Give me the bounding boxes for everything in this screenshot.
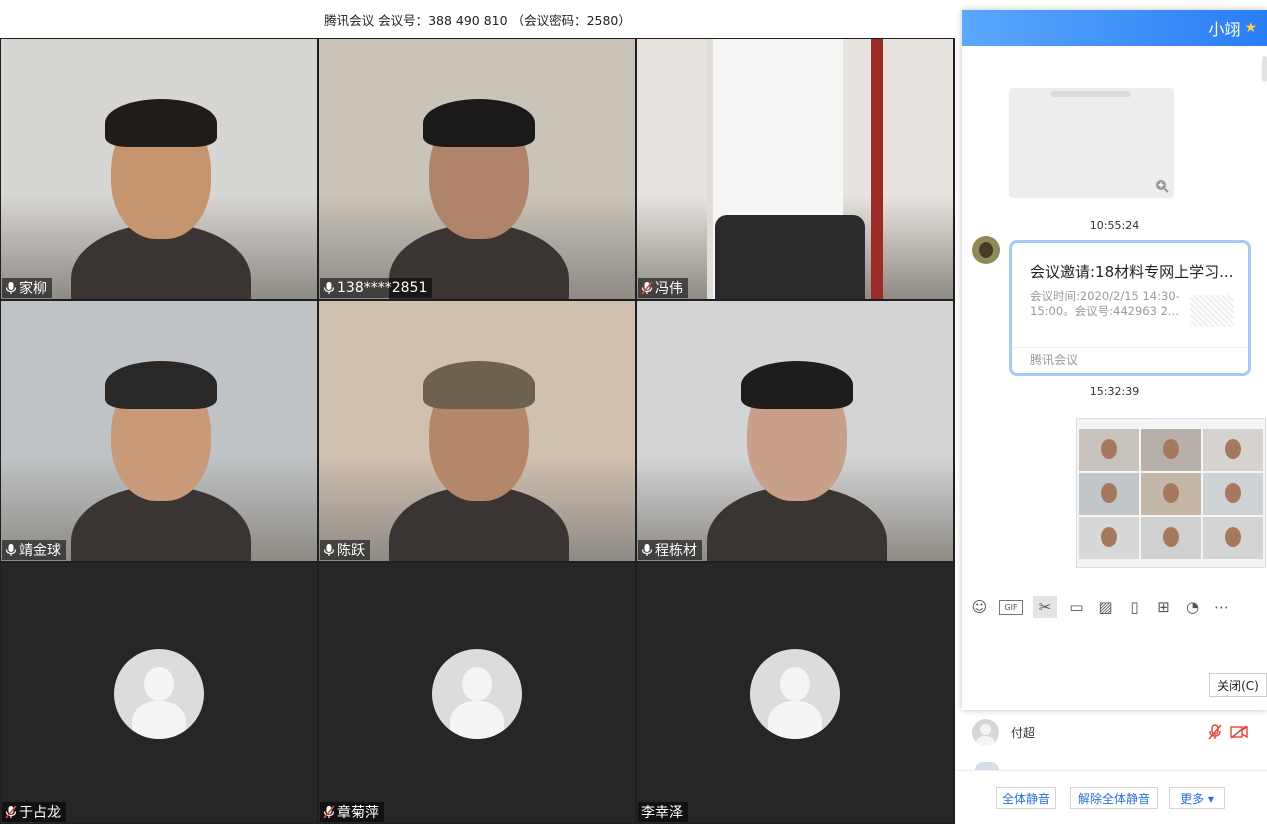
participant-name: 冯伟 [655,281,683,297]
meeting-invite-card[interactable]: 会议邀请:18材料专网上学习... 会议时间:2020/2/15 14:30-1… [1009,240,1251,376]
video-tile[interactable]: 陈跃 [319,301,635,561]
video-grid: 家柳 138****2851 冯伟靖金球 陈跃 程栋材于占龙 章菊萍 李幸泽 [0,38,955,824]
thumbnail-cell [1079,473,1139,515]
chat-contact-name: 小翊 [1208,20,1241,39]
more-button[interactable]: 更多 ▾ [1169,787,1225,809]
office-chair [715,215,865,299]
mic-muted-icon [5,805,17,819]
emoji-icon[interactable]: ☺ [970,598,989,617]
meeting-title: 腾讯会议 会议号：388 490 810 （会议密码：2580） [324,12,631,28]
camera-off-icon[interactable] [1230,725,1248,739]
participant-name: 章菊萍 [337,805,379,821]
video-tile[interactable]: 138****2851 [319,39,635,299]
more-icon[interactable]: ⋯ [1212,598,1231,617]
thumbnail-cell [1079,429,1139,471]
invite-title: 会议邀请:18材料专网上学习... [1030,263,1234,281]
folder-icon[interactable]: ▭ [1067,598,1086,617]
circle-arrow-icon[interactable]: ◔ [1183,598,1202,617]
participant-hair [741,361,853,409]
participant-name: 李幸泽 [641,805,683,821]
participant-name: 家柳 [19,281,47,297]
screenshot-message[interactable] [1076,418,1266,568]
thumbnail-cell [1203,429,1263,471]
video-tile[interactable]: 家柳 [1,39,317,299]
default-avatar-icon [114,649,204,739]
video-tile[interactable]: 程栋材 [637,301,953,561]
participant-label: 家柳 [2,278,52,298]
qr-code-icon [1190,295,1234,327]
thumbnail-cell [1079,517,1139,559]
chat-panel: 小翊 ★ 10:55:24 会议邀请:18材料专网上学习... 会议时间:202… [962,10,1267,710]
participant-label: 陈跃 [320,540,370,560]
timestamp: 15:32:39 [1089,385,1140,398]
red-pillar [871,39,883,299]
unmute-all-button[interactable]: 解除全体静音 [1070,787,1158,809]
participant-name: 138****2851 [337,280,428,296]
thumbnail-cell [1203,517,1263,559]
invite-footer: 腾讯会议 [1012,347,1248,373]
participant-label: 靖金球 [2,540,66,560]
mic-muted-icon [323,805,335,819]
participant-hair [105,99,217,147]
participant-label: 138****2851 [320,278,433,298]
video-tile[interactable]: 于占龙 [1,563,317,823]
member-row-partial [975,762,999,770]
participant-label: 李幸泽 [638,802,688,822]
mic-icon [323,543,335,557]
thumbnail-cell [1141,517,1201,559]
mic-icon [323,281,335,295]
thumbnail-cell [1141,473,1201,515]
shake-icon[interactable]: ▯ [1125,598,1144,617]
participant-name: 靖金球 [19,543,61,559]
participant-name: 于占龙 [19,805,61,821]
scissors-icon[interactable]: ✂ [1033,596,1057,618]
participant-hair [423,361,535,409]
member-control-bar: 全体静音 解除全体静音 更多 ▾ [955,770,1267,825]
invite-body: 会议时间:2020/2/15 14:30-15:00。会议号:442963 2.… [1030,289,1180,318]
avatar [972,718,999,746]
participant-name: 程栋材 [655,543,697,559]
mic-icon [5,543,17,557]
participant-hair [105,361,217,409]
mic-icon [641,543,653,557]
star-icon: ★ [1244,20,1257,36]
participant-name: 陈跃 [337,543,365,559]
video-tile[interactable]: 李幸泽 [637,563,953,823]
video-tile[interactable]: 冯伟 [637,39,953,299]
thumbnail-cell [1203,473,1263,515]
chat-toolbar: ☺ GIF ✂ ▭ ▨ ▯ ⊞ ◔ ⋯ [970,596,1231,618]
gif-icon[interactable]: GIF [999,599,1023,615]
chat-scrollbar[interactable] [1262,56,1267,82]
member-name: 付超 [1011,725,1036,740]
chat-header: 小翊 ★ [962,10,1267,46]
bag-icon[interactable]: ⊞ [1154,598,1173,617]
meeting-title-bar: 腾讯会议 会议号：388 490 810 （会议密码：2580） [0,0,955,38]
default-avatar-icon [750,649,840,739]
video-tile[interactable]: 章菊萍 [319,563,635,823]
mute-all-button[interactable]: 全体静音 [996,787,1056,809]
participant-label: 于占龙 [2,802,66,822]
mic-muted-icon [641,281,653,295]
image-thumb-text [1051,91,1131,97]
close-button[interactable]: 关闭(C) [1209,673,1267,697]
mic-muted-icon[interactable] [1208,724,1222,740]
participant-label: 章菊萍 [320,802,384,822]
participant-hair [423,99,535,147]
image-icon[interactable]: ▨ [1096,598,1115,617]
sender-avatar [972,236,1000,264]
thumbnail-cell [1141,429,1201,471]
member-row[interactable]: 付超 [962,712,1267,752]
timestamp: 10:55:24 [1089,219,1140,232]
mic-icon [5,281,17,295]
participant-label: 程栋材 [638,540,702,560]
image-message[interactable] [1009,88,1174,198]
default-avatar-icon [432,649,522,739]
participant-label: 冯伟 [638,278,688,298]
zoom-in-icon[interactable] [1155,179,1169,193]
video-tile[interactable]: 靖金球 [1,301,317,561]
